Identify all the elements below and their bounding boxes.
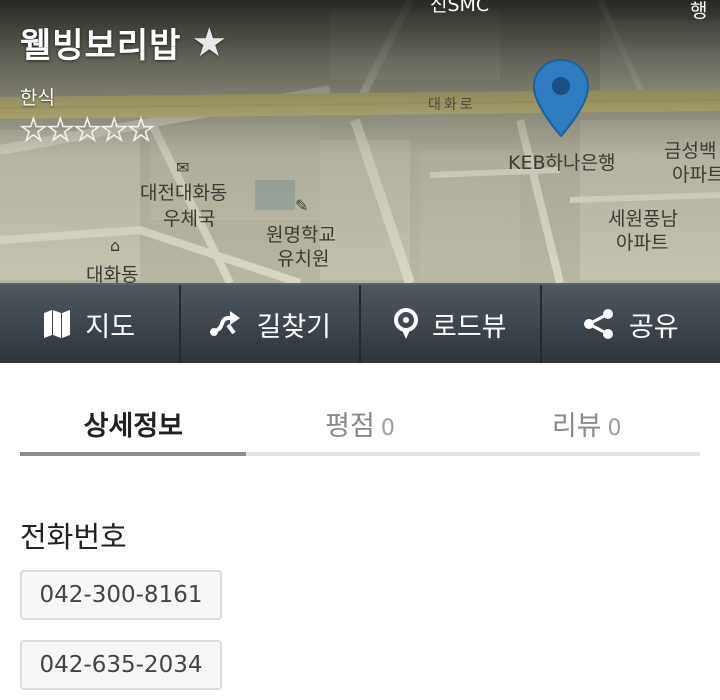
map-label-road: 대화로	[428, 97, 476, 113]
directions-icon	[210, 311, 241, 336]
rating-star-icon: ★	[19, 113, 47, 148]
roadview-icon	[393, 308, 418, 339]
share-button[interactable]: 공유	[542, 285, 720, 363]
map-view[interactable]: 대화로 KEB하나은행 ✉ 대전대화동 우체국 ✎ 원명학교 유치원 금성백 아…	[0, 0, 720, 283]
phone-number-button[interactable]: 042-300-8161	[20, 570, 222, 620]
rating-star-icon: ★	[100, 113, 128, 148]
rating-star-icon: ★	[73, 113, 101, 148]
rating-stars: ★ ★ ★ ★ ★	[19, 113, 227, 148]
phone-section-title: 전화번호	[20, 520, 127, 554]
place-title: 웰빙보리밥	[20, 26, 182, 66]
map-label-kindergarten-2: 유치원	[277, 248, 330, 270]
map-label-apt-a-1: 금성백	[664, 140, 717, 162]
rating-star-icon: ★	[46, 113, 74, 148]
school-icon: ✎	[295, 196, 309, 215]
share-button-label: 공유	[628, 311, 679, 343]
tab-review[interactable]: 리뷰 0	[473, 398, 700, 456]
tab-score-count: 0	[380, 416, 395, 441]
tab-score-label: 평점	[325, 411, 375, 442]
tab-detail[interactable]: 상세정보	[20, 398, 247, 456]
map-label-top-cut-2: 행	[690, 0, 708, 22]
action-bar: 지도 길찾기 로드뷰 공유	[0, 283, 720, 363]
tab-score[interactable]: 평점 0	[247, 398, 474, 456]
map-label-post-office-2: 우체국	[163, 208, 216, 230]
map-label-kindergarten-1: 원명학교	[266, 224, 336, 246]
tab-review-label: 리뷰	[551, 411, 602, 442]
place-header: 웰빙보리밥 ★ 한식 ★ ★ ★ ★ ★	[19, 18, 227, 148]
map-icon	[44, 310, 71, 338]
phone-number-button[interactable]: 042-635-2034	[20, 640, 222, 690]
map-label-apt-b-1: 세원풍남	[608, 208, 678, 230]
tab-detail-label: 상세정보	[83, 411, 184, 442]
share-icon	[583, 309, 613, 339]
roadview-button-label: 로드뷰	[431, 311, 507, 343]
detail-tabs: 상세정보 평점 0 리뷰 0	[20, 398, 700, 456]
map-label-bank: KEB하나은행	[508, 152, 616, 174]
location-pin-icon[interactable]	[532, 58, 590, 142]
tab-review-count: 0	[607, 416, 622, 441]
place-category: 한식	[20, 87, 55, 109]
favorite-star-icon[interactable]: ★	[191, 23, 227, 63]
roadview-button[interactable]: 로드뷰	[361, 285, 542, 363]
map-button[interactable]: 지도	[0, 285, 181, 363]
map-label-district: 대화동	[86, 264, 139, 283]
directions-button[interactable]: 길찾기	[181, 285, 361, 363]
map-label-apt-a-2: 아파트	[672, 164, 720, 186]
map-label-post-office-1: 대전대화동	[140, 182, 228, 204]
tab-active-indicator	[20, 452, 246, 456]
landmark-icon: ⌂	[110, 236, 121, 255]
rating-star-icon: ★	[127, 113, 155, 148]
map-button-label: 지도	[85, 311, 136, 343]
post-office-icon: ✉	[176, 158, 190, 177]
directions-button-label: 길찾기	[256, 311, 332, 343]
map-label-top-cut-1: 신SMC	[430, 0, 490, 16]
map-label-apt-b-2: 아파트	[616, 232, 669, 254]
